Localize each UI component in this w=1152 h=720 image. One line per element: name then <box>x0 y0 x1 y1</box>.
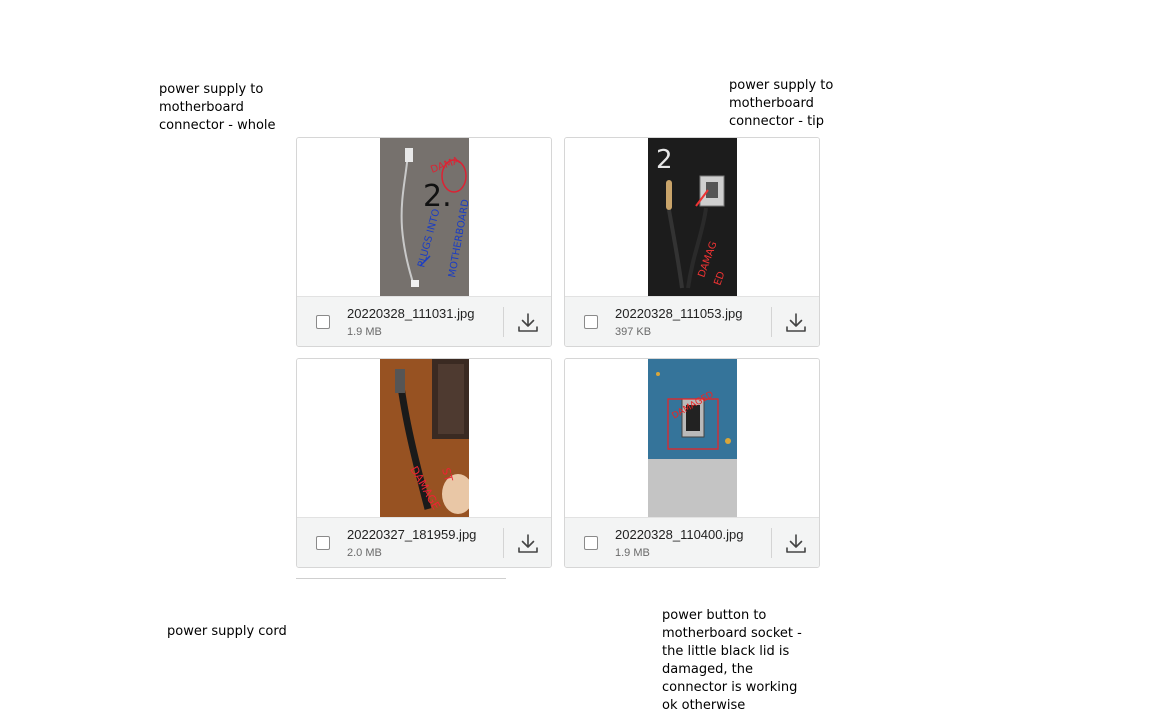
file-name: 20220328_111053.jpg <box>615 306 743 321</box>
file-size: 397 KB <box>615 326 652 338</box>
download-icon <box>518 534 538 553</box>
select-checkbox[interactable] <box>316 315 330 329</box>
thumbnail-area[interactable]: 2. DAMA PLUGS INTO MOTHERBOARD <box>297 138 551 296</box>
note-bottom-left: power supply cord <box>167 624 287 639</box>
divider <box>771 528 772 558</box>
download-icon <box>786 313 806 332</box>
note-bottom-right: power button to motherboard socket - the… <box>662 608 802 713</box>
download-button[interactable] <box>511 308 545 338</box>
download-icon <box>786 534 806 553</box>
note-top-right: power supply to motherboard connector - … <box>729 78 834 129</box>
attachment-footer: 20220328_111031.jpg 1.9 MB <box>297 296 551 346</box>
image-thumbnail[interactable]: DAMAGED <box>647 359 737 517</box>
svg-text:2.: 2. <box>423 179 452 214</box>
download-button[interactable] <box>779 308 813 338</box>
attachment-footer: 20220327_181959.jpg 2.0 MB <box>297 517 551 567</box>
file-size: 1.9 MB <box>347 326 382 338</box>
thumbnail-area[interactable]: 2 DAMAG ED <box>565 138 819 296</box>
file-size: 2.0 MB <box>347 547 382 559</box>
image-thumbnail[interactable]: DAMAGE ST <box>379 359 469 517</box>
file-name: 20220328_110400.jpg <box>615 527 744 542</box>
note-top-left: power supply to motherboard connector - … <box>159 82 276 133</box>
select-checkbox[interactable] <box>584 315 598 329</box>
image-thumbnail[interactable]: 2 DAMAG ED <box>647 138 737 296</box>
thumbnail-area[interactable]: DAMAGE ST <box>297 359 551 517</box>
thumbnail-area[interactable]: DAMAGED <box>565 359 819 517</box>
download-button[interactable] <box>511 529 545 559</box>
attachment-card[interactable]: 2. DAMA PLUGS INTO MOTHERBOARD 20220328_… <box>296 137 552 347</box>
divider <box>771 307 772 337</box>
image-thumbnail[interactable]: 2. DAMA PLUGS INTO MOTHERBOARD <box>379 138 469 296</box>
divider <box>503 307 504 337</box>
file-size: 1.9 MB <box>615 547 650 559</box>
file-name: 20220327_181959.jpg <box>347 527 477 542</box>
svg-text:2: 2 <box>656 145 673 175</box>
divider <box>503 528 504 558</box>
attachment-footer: 20220328_111053.jpg 397 KB <box>565 296 819 346</box>
divider-line <box>296 578 506 579</box>
attachment-card[interactable]: DAMAGE ST 20220327_181959.jpg 2.0 MB <box>296 358 552 568</box>
download-icon <box>518 313 538 332</box>
attachment-card[interactable]: DAMAGED 20220328_110400.jpg 1.9 MB <box>564 358 820 568</box>
attachment-footer: 20220328_110400.jpg 1.9 MB <box>565 517 819 567</box>
file-name: 20220328_111031.jpg <box>347 306 475 321</box>
attachment-card[interactable]: 2 DAMAG ED 20220328_111053.jpg 397 KB <box>564 137 820 347</box>
select-checkbox[interactable] <box>316 536 330 550</box>
download-button[interactable] <box>779 529 813 559</box>
select-checkbox[interactable] <box>584 536 598 550</box>
